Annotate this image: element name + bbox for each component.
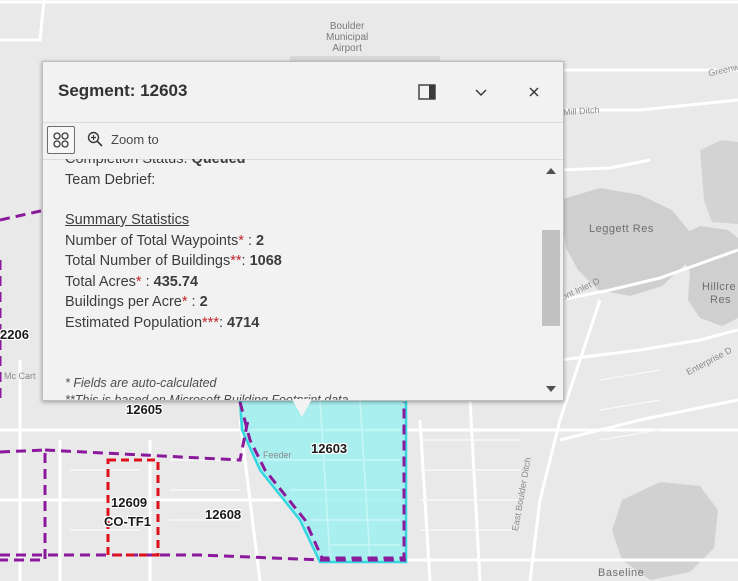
hillcrest-res-label: Hillcre Res	[702, 281, 737, 306]
segment-label-co-tf1[interactable]: CO-TF1	[104, 514, 151, 529]
segment-label-12608[interactable]: 12608	[205, 507, 241, 522]
popup-content[interactable]: Completion Status: Queued Team Debrief: …	[43, 159, 543, 400]
features-list-button[interactable]	[47, 126, 75, 154]
popup-header: Segment: 12603	[43, 62, 563, 120]
baseline-label: Baseline	[598, 567, 645, 579]
close-button[interactable]	[521, 79, 547, 105]
chevron-down-icon	[475, 89, 487, 97]
stat-row-buildings-per-acre: Buildings per Acre* : 2	[65, 294, 208, 310]
stat-row-population: Estimated Population***: 4714	[65, 314, 260, 331]
dock-button[interactable]	[414, 79, 440, 105]
segment-label-12206[interactable]: 2206	[0, 327, 29, 342]
scroll-down-arrow[interactable]	[546, 386, 556, 392]
collapse-button[interactable]	[468, 79, 494, 105]
airport-label: Boulder Municipal Airport	[326, 21, 369, 54]
feature-popup: Segment: 12603 Zoom to Completion Status…	[42, 61, 564, 417]
road-label-mccarty: Mc Cart	[4, 371, 36, 381]
popup-title: Segment: 12603	[58, 81, 188, 100]
road-label-feeder: Feeder	[263, 450, 292, 460]
feature-grid-icon	[53, 132, 69, 148]
zoom-in-icon	[87, 131, 103, 147]
popup-pointer	[292, 399, 312, 417]
segment-label-12603[interactable]: 12603	[311, 441, 347, 456]
dock-side-icon	[418, 84, 436, 100]
completion-status-row: Completion Status: Queued	[65, 159, 246, 167]
stat-row-buildings: Total Number of Buildings**: 1068	[65, 253, 282, 269]
segment-label-12609[interactable]: 12609	[111, 495, 147, 510]
stat-row-acres: Total Acres* : 435.74	[65, 273, 199, 290]
close-icon	[529, 87, 539, 97]
zoom-to-label: Zoom to	[111, 131, 159, 147]
stat-row-waypoints: Number of Total Waypoints* : 2	[65, 232, 265, 249]
scroll-up-arrow[interactable]	[546, 168, 556, 174]
popup-scrollbar[interactable]	[542, 162, 560, 396]
leggett-res-label: Leggett Res	[589, 223, 654, 235]
popup-actions-bar: Zoom to	[43, 122, 563, 160]
footnote-auto-calculated: * Fields are auto-calculated	[65, 376, 217, 390]
zoom-to-button[interactable]: Zoom to	[87, 131, 159, 147]
segment-label-12605[interactable]: 12605	[126, 402, 162, 417]
scroll-thumb[interactable]	[542, 230, 560, 326]
summary-statistics-heading: Summary Statistics	[65, 212, 190, 228]
team-debrief-row: Team Debrief:	[65, 171, 156, 188]
